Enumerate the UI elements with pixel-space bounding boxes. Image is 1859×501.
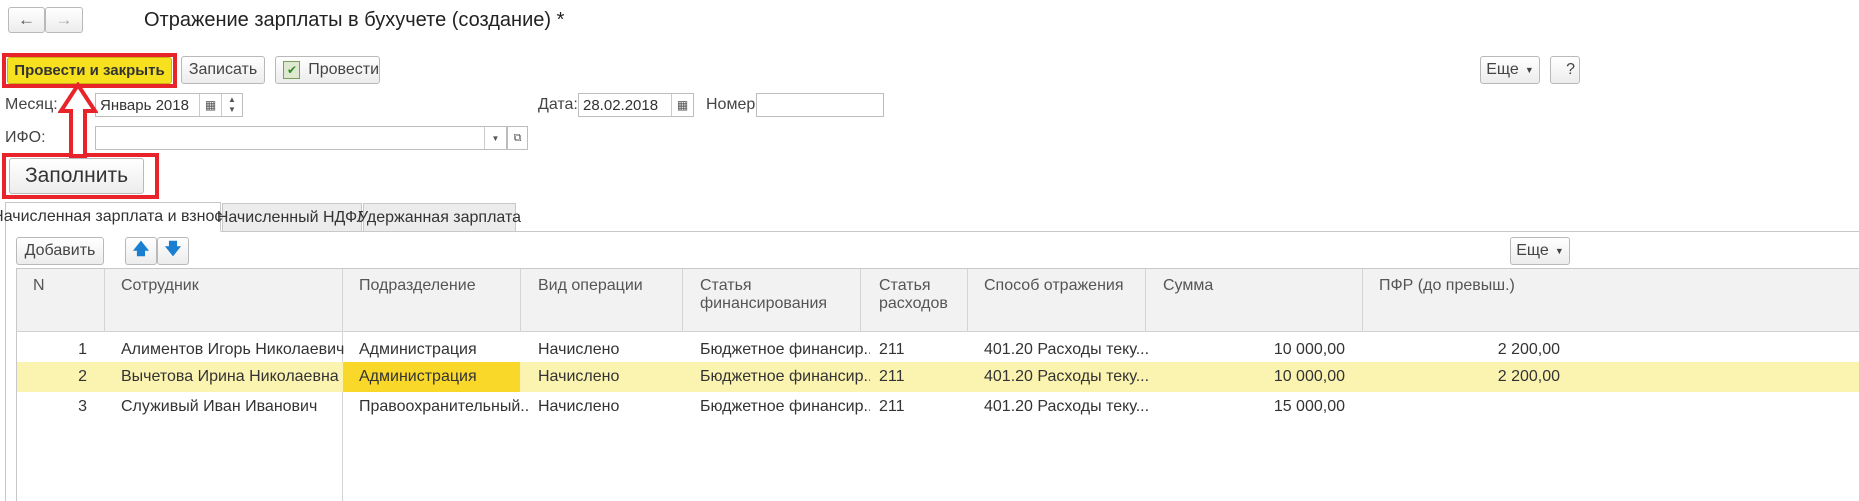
back-button[interactable]: ← <box>8 7 45 33</box>
employee-cell[interactable]: Служивый Иван Иванович <box>121 392 351 422</box>
department-value: Администрация <box>359 368 477 385</box>
expense-cell[interactable]: 211 <box>879 392 979 422</box>
number-label: Номер: <box>706 96 760 113</box>
more-button-label: Еще <box>1486 61 1519 78</box>
forward-button[interactable]: → <box>45 7 83 33</box>
amount-cell[interactable]: 10 000,00 <box>1162 362 1345 392</box>
more-button[interactable]: Еще ▼ <box>1480 56 1540 84</box>
date-label: Дата: <box>538 96 578 113</box>
department-cell[interactable]: Правоохранительный... <box>359 392 529 422</box>
column-header-employee[interactable]: Сотрудник <box>121 277 199 295</box>
table-more-label: Еще <box>1516 242 1549 259</box>
arrow-right-icon: → <box>55 10 73 29</box>
calendar-icon[interactable]: ▦ <box>671 94 693 116</box>
post-document-icon: ✔ <box>283 61 301 79</box>
table-more-button[interactable]: Еще ▼ <box>1510 237 1570 265</box>
arrow-up-icon: 🡅 <box>132 240 150 258</box>
column-header-n[interactable]: N <box>33 277 45 295</box>
add-button[interactable]: Добавить <box>16 237 104 265</box>
reflection-cell[interactable]: 401.20 Расходы теку... <box>984 392 1159 422</box>
tab-accrued-salary[interactable]: Начисленная зарплата и взносы <box>0 202 234 232</box>
column-header-pfr[interactable]: ПФР (до превыш.) <box>1379 277 1515 295</box>
expense-cell[interactable]: 211 <box>879 362 979 392</box>
column-header-reflection[interactable]: Способ отражения <box>984 277 1124 295</box>
column-header-department[interactable]: Подразделение <box>359 277 476 295</box>
row-number: 3 <box>78 398 87 415</box>
financing-cell[interactable]: Бюджетное финансир... <box>700 392 870 422</box>
annotation-box-fill <box>2 153 159 199</box>
number-field[interactable] <box>756 93 884 117</box>
help-button[interactable]: ? <box>1550 56 1580 84</box>
save-button[interactable]: Записать <box>181 56 265 84</box>
month-label: Месяц: <box>5 96 58 113</box>
open-link-icon[interactable]: ⧉ <box>507 126 528 150</box>
move-down-button[interactable]: 🡇 <box>157 237 189 265</box>
tab-accrued-ndfl[interactable]: Начисленный НДФЛ <box>217 203 367 231</box>
dropdown-chevron-icon[interactable]: ▼ <box>484 127 506 149</box>
chevron-down-icon: ▼ <box>1554 246 1564 256</box>
row-number: 2 <box>78 368 87 385</box>
date-value: 28.02.2018 <box>583 96 659 114</box>
pfr-cell[interactable]: 2 200,00 <box>1379 362 1560 392</box>
month-stepper[interactable]: ▲ ▼ <box>221 94 242 116</box>
table-row[interactable]: 3 Служивый Иван Иванович Правоохранитель… <box>17 392 1859 422</box>
arrow-down-icon: 🡇 <box>164 240 182 258</box>
tab-withheld-salary[interactable]: Удержанная зарплата <box>358 203 521 231</box>
post-button[interactable]: ✔ Провести <box>275 56 380 84</box>
column-header-operation[interactable]: Вид операции <box>538 277 643 295</box>
chevron-down-icon: ▼ <box>1524 65 1534 75</box>
move-up-button[interactable]: 🡅 <box>125 237 157 265</box>
pfr-cell[interactable] <box>1379 392 1560 422</box>
calendar-icon[interactable]: ▦ <box>199 94 221 116</box>
department-cell-active[interactable]: Администрация <box>343 362 520 392</box>
post-button-label: Провести <box>308 61 379 78</box>
reflection-cell[interactable]: 401.20 Расходы теку... <box>984 362 1159 392</box>
column-header-amount[interactable]: Сумма <box>1163 277 1213 295</box>
financing-cell[interactable]: Бюджетное финансир... <box>700 362 870 392</box>
ifo-field[interactable] <box>95 126 507 150</box>
column-header-expense[interactable]: Статья расходов <box>879 277 949 313</box>
operation-cell[interactable]: Начислено <box>538 362 693 392</box>
column-header-financing[interactable]: Статья финансирования <box>700 277 827 313</box>
arrow-left-icon: ← <box>18 10 35 29</box>
table-row-selected[interactable]: 2 Вычетова Ирина Николаевна Администраци… <box>17 362 1859 392</box>
employee-cell[interactable]: Вычетова Ирина Николаевна <box>121 362 351 392</box>
amount-cell[interactable]: 15 000,00 <box>1162 392 1345 422</box>
month-value: Январь 2018 <box>100 96 189 114</box>
annotation-arrow-icon <box>58 82 98 158</box>
page-title: Отражение зарплаты в бухучете (создание)… <box>144 9 565 31</box>
tab-strip-line <box>5 231 1859 232</box>
operation-cell[interactable]: Начислено <box>538 392 693 422</box>
ifo-label: ИФО: <box>5 129 46 146</box>
tab-content-border <box>5 231 6 501</box>
